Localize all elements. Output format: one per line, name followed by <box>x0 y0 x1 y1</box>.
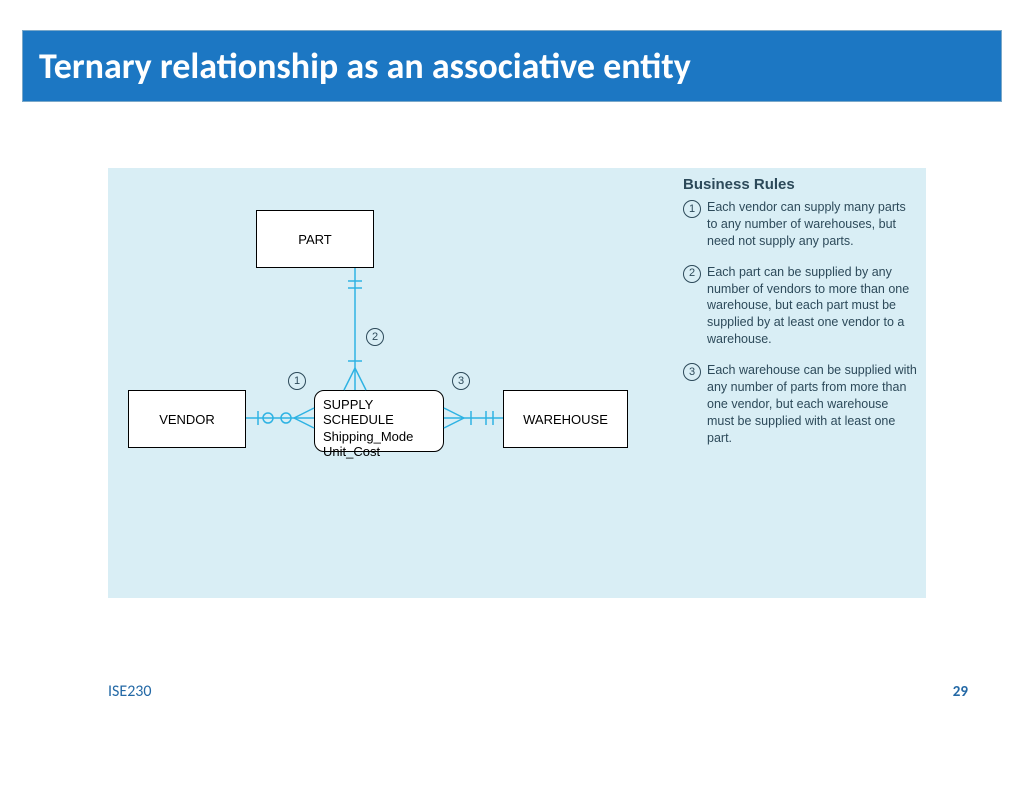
rule-badge-2: 2 <box>366 328 384 346</box>
entity-vendor-label: VENDOR <box>159 412 215 427</box>
rule-item: 1 Each vendor can supply many parts to a… <box>683 199 918 250</box>
rule-text: Each warehouse can be supplied with any … <box>707 362 918 446</box>
rule-number-icon: 3 <box>683 363 701 381</box>
entity-part: PART <box>256 210 374 268</box>
rule-text: Each part can be supplied by any number … <box>707 264 918 348</box>
rule-badge-3: 3 <box>452 372 470 390</box>
entity-vendor: VENDOR <box>128 390 246 448</box>
entity-part-label: PART <box>298 232 331 247</box>
rule-text: Each vendor can supply many parts to any… <box>707 199 918 250</box>
associative-title: SUPPLY SCHEDULE <box>323 397 435 427</box>
associative-entity-supply-schedule: SUPPLY SCHEDULE Shipping_Mode Unit_Cost <box>314 390 444 452</box>
rule-number-icon: 1 <box>683 200 701 218</box>
rule-item: 2 Each part can be supplied by any numbe… <box>683 264 918 348</box>
entity-warehouse-label: WAREHOUSE <box>523 412 608 427</box>
associative-attr-unit-cost: Unit_Cost <box>323 444 435 459</box>
slide-title: Ternary relationship as an associative e… <box>39 44 691 88</box>
associative-attr-shipping-mode: Shipping_Mode <box>323 429 435 444</box>
title-bar: Ternary relationship as an associative e… <box>22 30 1002 102</box>
diagram-panel: PART VENDOR WAREHOUSE SUPPLY SCHEDULE Sh… <box>108 168 926 598</box>
entity-warehouse: WAREHOUSE <box>503 390 628 448</box>
er-diagram: PART VENDOR WAREHOUSE SUPPLY SCHEDULE Sh… <box>108 168 926 598</box>
business-rules-heading: Business Rules <box>683 176 918 193</box>
business-rules: Business Rules 1 Each vendor can supply … <box>683 176 918 460</box>
rule-number-icon: 2 <box>683 265 701 283</box>
rule-badge-1: 1 <box>288 372 306 390</box>
rule-item: 3 Each warehouse can be supplied with an… <box>683 362 918 446</box>
footer-course: ISE230 <box>108 682 152 701</box>
footer-page-number: 29 <box>953 683 968 701</box>
